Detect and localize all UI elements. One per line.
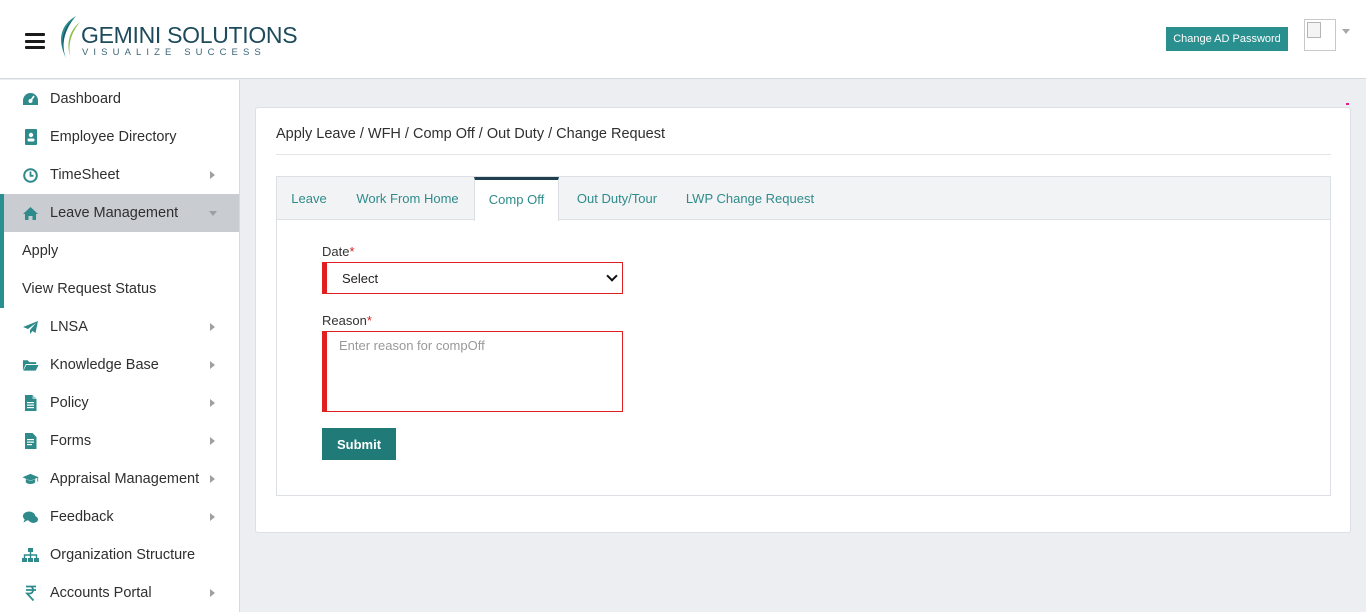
tab-work-from-home[interactable]: Work From Home (341, 177, 474, 220)
sidebar-item-appraisal-management[interactable]: Appraisal Management (0, 460, 239, 498)
date-label-text: Date (322, 244, 350, 259)
sidebar-item-organization-structure[interactable]: Organization Structure (0, 536, 239, 574)
chevron-right-icon (210, 171, 215, 179)
request-tabs-panel: Leave Work From Home Comp Off Out Duty/T… (276, 176, 1331, 496)
sidebar-item-forms[interactable]: Forms (0, 422, 239, 460)
apply-request-card: Apply Leave / WFH / Comp Off / Out Duty … (255, 107, 1351, 533)
sidebar-item-label: Feedback (50, 509, 114, 525)
chevron-right-icon (210, 589, 215, 597)
decorative-mark (1346, 103, 1349, 105)
change-ad-password-button[interactable]: Change AD Password (1166, 27, 1288, 51)
top-header: GEMINI SOLUTIONS VISUALIZE SUCCESS Chang… (0, 0, 1366, 79)
tab-lwp-change-request[interactable]: LWP Change Request (675, 177, 825, 220)
graduation-cap-icon (22, 471, 39, 487)
home-icon (22, 205, 39, 221)
sidebar-subitem-apply[interactable]: Apply (0, 232, 239, 270)
sidebar-subitem-label: View Request Status (22, 281, 157, 297)
chevron-down-icon (606, 270, 618, 282)
sidebar-item-label: LNSA (50, 319, 88, 335)
dashboard-gauge-icon (22, 91, 39, 107)
sidebar-item-label: Dashboard (50, 91, 121, 107)
logo-leaf-icon (61, 16, 80, 58)
divider (276, 154, 1331, 155)
folder-open-icon (22, 357, 39, 373)
tab-bar: Leave Work From Home Comp Off Out Duty/T… (277, 177, 1330, 221)
broken-image-icon (1307, 22, 1321, 38)
submit-button[interactable]: Submit (322, 428, 396, 460)
logo-tagline: VISUALIZE SUCCESS (82, 47, 266, 58)
page-title: Apply Leave / WFH / Comp Off / Out Duty … (276, 126, 665, 142)
date-select[interactable]: Select (322, 262, 623, 294)
file-text-icon (22, 433, 39, 449)
tab-comp-off[interactable]: Comp Off (474, 177, 559, 221)
sidebar-nav: Dashboard Employee Directory TimeSheet L… (0, 80, 240, 612)
sidebar-item-knowledge-base[interactable]: Knowledge Base (0, 346, 239, 384)
sidebar-subitem-view-request-status[interactable]: View Request Status (0, 270, 239, 308)
sidebar-item-label: Employee Directory (50, 129, 177, 145)
sidebar-item-label: Appraisal Management (50, 471, 200, 487)
sidebar-item-label: Policy (50, 395, 89, 411)
date-select-value: Select (342, 271, 379, 286)
gemini-solutions-logo[interactable]: GEMINI SOLUTIONS VISUALIZE SUCCESS (54, 14, 298, 62)
sidebar-subitem-label: Apply (22, 243, 59, 259)
chevron-right-icon (210, 323, 215, 331)
tab-leave[interactable]: Leave (277, 177, 341, 220)
reason-textarea[interactable]: Enter reason for compOff (322, 331, 623, 412)
required-asterisk: * (349, 244, 355, 259)
sidebar-item-employee-directory[interactable]: Employee Directory (0, 118, 239, 156)
chevron-right-icon (210, 399, 215, 407)
sidebar-item-label: Organization Structure (50, 547, 196, 563)
required-asterisk: * (366, 313, 372, 328)
document-icon (22, 395, 39, 411)
sidebar-item-label: Knowledge Base (50, 357, 159, 373)
sidebar-item-dashboard[interactable]: Dashboard (0, 80, 239, 118)
contact-book-icon (22, 129, 39, 145)
sidebar-item-label: TimeSheet (50, 167, 120, 183)
chat-bubbles-icon (22, 509, 39, 525)
reason-placeholder: Enter reason for compOff (339, 338, 485, 353)
sidebar-item-label: Forms (50, 433, 92, 449)
user-menu-caret-icon[interactable] (1342, 29, 1350, 34)
sidebar-item-leave-management[interactable]: Leave Management (0, 194, 239, 232)
sidebar-item-timesheet[interactable]: TimeSheet (0, 156, 239, 194)
reason-label: Reason* (322, 313, 372, 328)
sidebar-item-accounts-portal[interactable]: Accounts Portal (0, 574, 239, 612)
sidebar-item-lnsa[interactable]: LNSA (0, 308, 239, 346)
org-chart-icon (22, 547, 39, 563)
sidebar-item-label: Accounts Portal (50, 585, 152, 601)
clock-icon (22, 167, 39, 183)
sidebar-item-feedback[interactable]: Feedback (0, 498, 239, 536)
user-avatar[interactable] (1304, 19, 1336, 51)
hamburger-menu-icon[interactable] (25, 33, 45, 49)
paper-plane-icon (22, 319, 39, 335)
sidebar-item-label: Leave Management (50, 205, 179, 221)
chevron-right-icon (210, 513, 215, 521)
logo-wordmark: GEMINI SOLUTIONS (81, 22, 298, 48)
chevron-down-icon (209, 211, 217, 216)
chevron-right-icon (210, 437, 215, 445)
chevron-right-icon (210, 361, 215, 369)
rupee-icon (22, 585, 39, 601)
tab-out-duty-tour[interactable]: Out Duty/Tour (559, 177, 675, 220)
reason-label-text: Reason (322, 313, 367, 328)
chevron-right-icon (210, 475, 215, 483)
sidebar-item-policy[interactable]: Policy (0, 384, 239, 422)
date-label: Date* (322, 244, 355, 259)
